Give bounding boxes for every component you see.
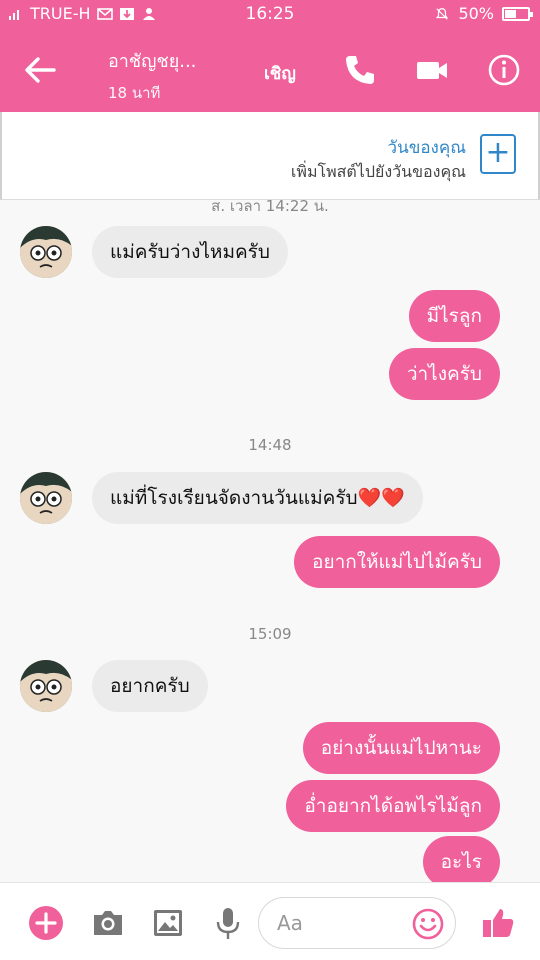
battery-percent: 50%	[458, 4, 494, 23]
notifications-off-icon	[436, 7, 449, 20]
gallery-icon[interactable]	[148, 903, 188, 943]
your-day-subtitle: เพิ่มโพสต์ไปยังวันของคุณ	[290, 162, 466, 181]
outgoing-message[interactable]: ว่าไงครับ	[388, 348, 500, 400]
incoming-message[interactable]: แม่ครับว่างไหมครับ	[92, 226, 288, 278]
avatar[interactable]	[20, 226, 72, 278]
incoming-message[interactable]: แม่ที่โรงเรียนจัดงานวันแม่ครับ❤️❤️	[92, 472, 423, 524]
your-day-title: วันของคุณ	[387, 138, 466, 158]
plus-icon[interactable]	[26, 903, 66, 943]
timestamp: ส. เวลา 14:22 น.	[211, 200, 329, 215]
outgoing-message[interactable]: อย่างนั้นแม่ไปหานะ	[302, 722, 500, 774]
message-input-container[interactable]	[258, 897, 456, 949]
phone-icon[interactable]	[340, 50, 380, 90]
status-right: 50%	[434, 4, 533, 23]
avatar-image	[20, 660, 72, 712]
composer-bar	[0, 882, 540, 960]
chat-header: อาชัญชยุ... 18 นาที เชิญ	[0, 28, 540, 112]
conversation-title-block[interactable]: อาชัญชยุ... 18 นาที	[108, 46, 196, 105]
status-bar: TRUE-H 16:25 50%	[0, 0, 540, 28]
battery-icon	[502, 6, 533, 21]
outgoing-message[interactable]: มีไรลูก	[408, 290, 500, 342]
timestamp: 14:48	[248, 436, 292, 454]
battery-fill	[505, 9, 516, 18]
message-list[interactable]: ส. เวลา 14:22 น. แม่ครับว่างไหมครับ มีไร…	[0, 200, 540, 882]
avatar-image	[20, 226, 72, 278]
avatar[interactable]	[20, 472, 72, 524]
add-story-button[interactable]: +	[480, 134, 516, 174]
your-day-banner[interactable]: วันของคุณ เพิ่มโพสต์ไปยังวันของคุณ +	[0, 112, 540, 200]
invite-button[interactable]: เชิญ	[264, 60, 296, 87]
video-camera-icon[interactable]	[412, 50, 452, 90]
avatar-image	[20, 472, 72, 524]
info-icon[interactable]	[484, 50, 524, 90]
timestamp: 15:09	[248, 625, 292, 643]
message-input[interactable]	[277, 908, 407, 938]
outgoing-message[interactable]: อ่ำอยากได้อพไรไม้ลูก	[286, 780, 500, 832]
back-arrow-icon[interactable]	[20, 52, 60, 88]
outgoing-message[interactable]: อยากให้แม่ไปไม้ครับ	[294, 536, 500, 588]
avatar[interactable]	[20, 660, 72, 712]
microphone-icon[interactable]	[208, 903, 248, 943]
camera-icon[interactable]	[88, 903, 128, 943]
conversation-title: อาชัญชยุ...	[108, 51, 197, 72]
last-active: 18 นาที	[108, 84, 161, 102]
incoming-message[interactable]: อยากครับ	[92, 660, 208, 712]
outgoing-message[interactable]: อะไร	[422, 836, 500, 882]
thumbs-up-icon[interactable]	[478, 903, 518, 943]
emoji-icon[interactable]	[411, 907, 445, 941]
